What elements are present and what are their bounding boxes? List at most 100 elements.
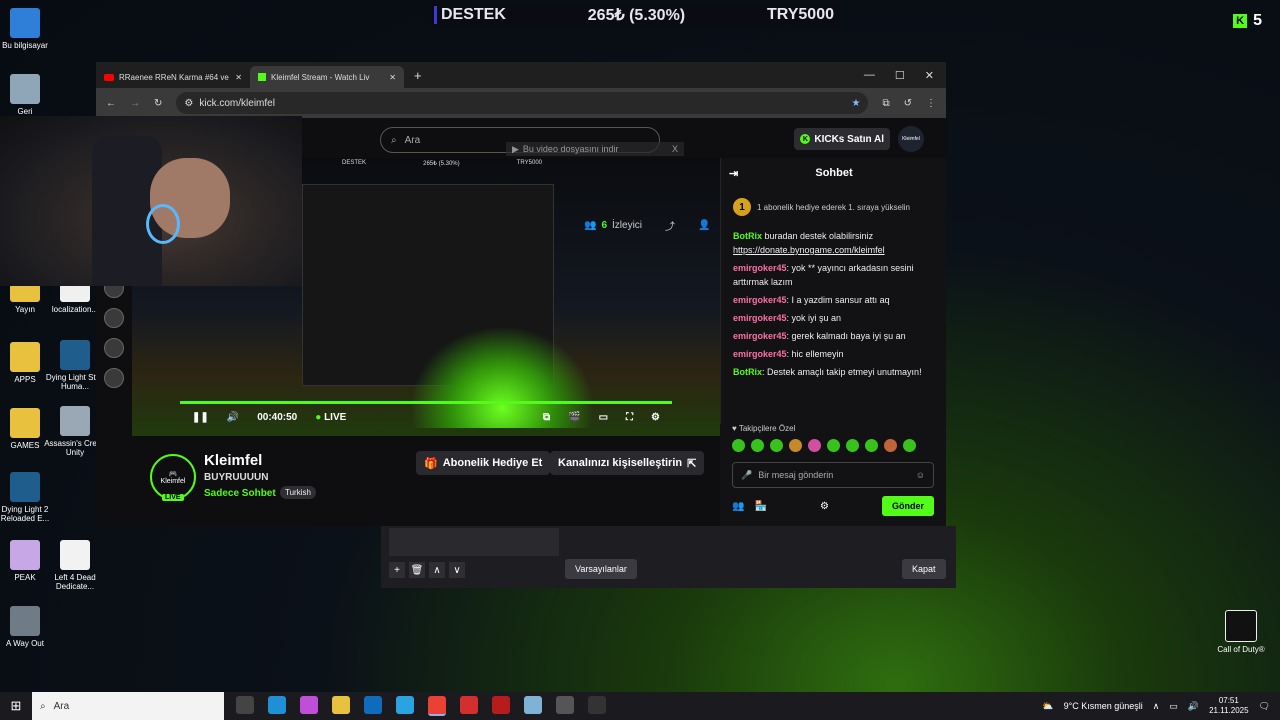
desktop-icon-dying-light-2[interactable]: Dying Light 2 Reloaded E...: [0, 472, 60, 523]
tab-strip: RRaenee RReN Karma #64 ve # ✕ Kleimfel S…: [96, 62, 946, 88]
voicemeeter-icon[interactable]: [460, 696, 478, 714]
notepad-icon[interactable]: [524, 696, 542, 714]
chat-messages: BotRix buradan destek olabilirsiniz https…: [721, 226, 946, 387]
forward-icon[interactable]: →: [130, 98, 140, 109]
close-icon[interactable]: ✕: [389, 73, 396, 82]
kick-favicon-icon: [258, 73, 266, 81]
speaker-icon[interactable]: 🔊: [1188, 701, 1199, 712]
fullscreen-icon[interactable]: ⛶: [626, 412, 633, 423]
emote-icon[interactable]: [865, 439, 878, 452]
obs-icon[interactable]: [492, 696, 510, 714]
stream-category[interactable]: Sadece Sohbet: [204, 488, 276, 499]
video-progress-bar[interactable]: [180, 401, 672, 404]
address-bar[interactable]: ⚙ kick.com/kleimfel ★: [176, 92, 869, 114]
file-explorer-icon[interactable]: [332, 696, 350, 714]
follow-icon[interactable]: 👤: [698, 220, 710, 231]
send-button[interactable]: Gönder: [881, 496, 934, 516]
chat-input[interactable]: 🎤 Bir mesaj gönderin ☺: [732, 462, 934, 488]
network-icon[interactable]: ▭: [1169, 701, 1178, 712]
share-icon[interactable]: ⤴: [665, 218, 675, 233]
move-down-icon[interactable]: ∨: [449, 562, 465, 578]
channel-name[interactable]: Kleimfel: [204, 452, 262, 469]
donation-link[interactable]: https://donate.bynogame.com/kleimfel: [733, 245, 885, 255]
edge-icon[interactable]: [268, 696, 286, 714]
close-window-icon[interactable]: ✕: [925, 69, 934, 82]
store-icon[interactable]: 🏪: [754, 501, 766, 512]
outlook-icon[interactable]: [364, 696, 382, 714]
chrome-icon[interactable]: [428, 696, 446, 716]
desktop-icon-recycle-bin[interactable]: Geri: [0, 74, 60, 116]
emote-icon[interactable]: [827, 439, 840, 452]
users-icon[interactable]: 👥: [732, 501, 744, 512]
language-tag[interactable]: Turkish: [280, 486, 316, 499]
pause-icon[interactable]: ❚❚: [192, 412, 209, 423]
telegram-icon[interactable]: [396, 696, 414, 714]
taskbar-search[interactable]: ⌕ Ara: [32, 692, 224, 720]
search-icon: ⌕: [40, 700, 46, 712]
close-button[interactable]: Kapat: [902, 559, 946, 579]
desktop-icon-left4dead[interactable]: Left 4 Dead Dedicate...: [40, 540, 110, 591]
desktop-icon-a-way-out[interactable]: A Way Out: [0, 606, 60, 648]
emote-icon[interactable]: [770, 439, 783, 452]
desktop-icon-call-of-duty[interactable]: Call of Duty®: [1206, 610, 1276, 654]
weather-text[interactable]: 9°C Kısmen güneşli: [1064, 701, 1143, 711]
minimize-icon[interactable]: —: [864, 69, 875, 82]
kick-coin-icon: K: [800, 134, 811, 144]
game-icon: [10, 472, 40, 502]
tray-chevron-icon[interactable]: ∧: [1153, 701, 1160, 712]
download-tip-close[interactable]: X: [672, 144, 678, 154]
emote-icon[interactable]: [846, 439, 859, 452]
customize-channel-button[interactable]: Kanalınızı kişiselleştirin ⇱: [550, 451, 705, 475]
clock[interactable]: 07:51 21.11.2025: [1209, 696, 1248, 715]
tab-kick[interactable]: Kleimfel Stream - Watch Liv ✕: [250, 66, 404, 88]
address-bar-row: ← → ↻ ⚙ kick.com/kleimfel ★ ⧉ ↺ ⋮: [96, 88, 946, 118]
maximize-icon[interactable]: ☐: [895, 69, 905, 82]
mic-icon[interactable]: 🎤: [741, 470, 752, 481]
emote-icon[interactable]: [751, 439, 764, 452]
history-icon[interactable]: ↺: [904, 98, 912, 109]
volume-icon[interactable]: 🔊: [227, 412, 239, 423]
steam-icon[interactable]: [556, 696, 574, 714]
extensions-icon[interactable]: ⧉: [882, 98, 889, 109]
emoji-icon[interactable]: ☺: [916, 470, 925, 480]
followed-channel-avatar[interactable]: [104, 368, 124, 388]
new-tab-icon[interactable]: +: [404, 68, 432, 83]
followed-channel-avatar[interactable]: [104, 308, 124, 328]
settings-icon[interactable]: ⚙: [651, 412, 660, 423]
notifications-icon[interactable]: 🗨: [1259, 701, 1270, 712]
reload-icon[interactable]: ↻: [154, 98, 162, 109]
emote-icon[interactable]: [884, 439, 897, 452]
close-icon[interactable]: ✕: [235, 73, 242, 82]
emote-icon[interactable]: [808, 439, 821, 452]
trash-icon[interactable]: 🗑: [409, 562, 425, 578]
move-up-icon[interactable]: ∧: [429, 562, 445, 578]
menu-icon[interactable]: ⋮: [926, 98, 936, 109]
user-avatar[interactable]: Kleimfel: [898, 126, 924, 152]
desktop-icon-this-pc[interactable]: Bu bilgisayar: [0, 8, 60, 50]
picture-in-picture-icon[interactable]: ⧉: [543, 412, 550, 423]
kick-app-icon[interactable]: [588, 696, 606, 714]
start-icon[interactable]: ⊞: [0, 698, 32, 714]
buy-kicks-button[interactable]: K KICKs Satın Al: [794, 128, 890, 150]
followed-channel-avatar[interactable]: [104, 338, 124, 358]
theater-mode-icon[interactable]: ▭: [599, 412, 608, 423]
add-icon[interactable]: +: [389, 562, 405, 578]
defaults-button[interactable]: Varsayılanlar: [565, 559, 637, 579]
gift-sub-button[interactable]: 🎁 Abonelik Hediye Et: [416, 451, 551, 475]
task-view-icon[interactable]: [236, 696, 254, 714]
site-info-icon[interactable]: ⚙: [184, 98, 193, 109]
chat-settings-icon[interactable]: ⚙: [820, 501, 829, 512]
download-video-tooltip[interactable]: ▶ Bu video dosyasını indir X: [506, 142, 684, 156]
emote-icon[interactable]: [732, 439, 745, 452]
tab-youtube[interactable]: RRaenee RReN Karma #64 ve # ✕: [96, 66, 250, 88]
clip-icon[interactable]: 🎬: [568, 412, 580, 423]
emote-icon[interactable]: [789, 439, 802, 452]
emote-icon[interactable]: [903, 439, 916, 452]
bookmark-star-icon[interactable]: ★: [852, 98, 861, 109]
weather-icon[interactable]: ⛅: [1042, 701, 1053, 712]
copilot-icon[interactable]: [300, 696, 318, 714]
donation-amount: 265₺ (5.30%): [587, 7, 686, 24]
back-icon[interactable]: ←: [106, 98, 116, 109]
collapse-chat-icon[interactable]: ⇥: [729, 167, 738, 180]
recycle-bin-icon: [10, 74, 40, 104]
